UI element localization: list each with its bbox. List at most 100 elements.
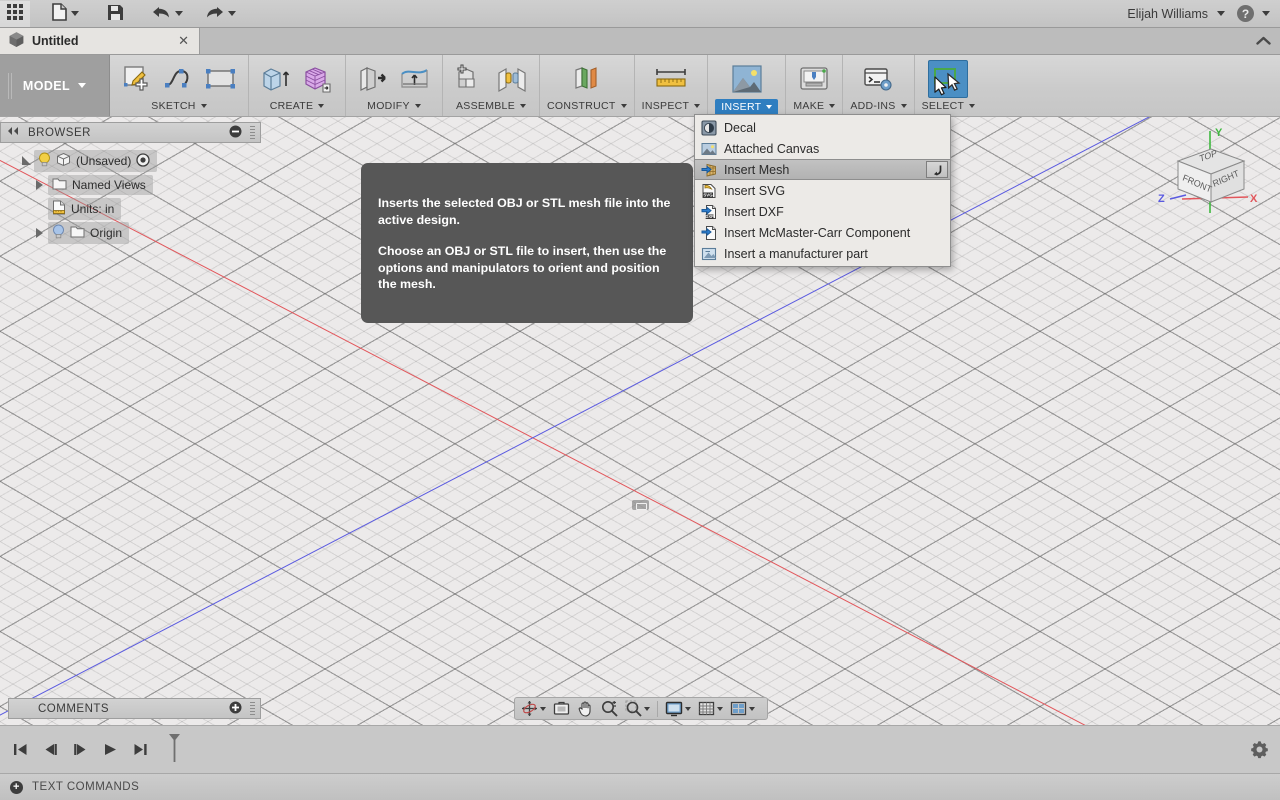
menu-item-decal[interactable]: Decal bbox=[695, 117, 950, 138]
ribbon-panel-label-construct[interactable]: CONSTRUCT bbox=[547, 100, 627, 116]
orbit-icon bbox=[522, 701, 537, 716]
expander-none bbox=[36, 204, 43, 214]
origin-marker[interactable] bbox=[632, 500, 649, 510]
timeline-step-forward-button[interactable] bbox=[68, 737, 92, 763]
comments-drag-handle[interactable] bbox=[250, 702, 255, 715]
timeline-go-to-start-button[interactable] bbox=[8, 737, 32, 763]
fillet-surface-icon bbox=[401, 69, 428, 88]
timeline-step-forward-icon bbox=[73, 744, 85, 755]
browser-minimize-icon[interactable] bbox=[229, 125, 242, 141]
new-file-button[interactable] bbox=[46, 1, 85, 27]
display-settings-button[interactable] bbox=[662, 699, 694, 719]
menu-item-insert-svg[interactable]: SVG Insert SVG bbox=[695, 180, 950, 201]
pan-button[interactable] bbox=[574, 699, 597, 719]
fillet-surface-button[interactable] bbox=[395, 60, 435, 98]
timeline-play-button[interactable] bbox=[98, 737, 122, 763]
joint-button[interactable] bbox=[492, 60, 532, 98]
expander-closed-icon[interactable] bbox=[36, 228, 43, 238]
press-pull-button[interactable] bbox=[353, 60, 393, 98]
offset-plane-button[interactable] bbox=[567, 60, 607, 98]
menu-item-insert-dxf[interactable]: DXF Insert DXF bbox=[695, 201, 950, 222]
save-button[interactable] bbox=[101, 1, 130, 27]
close-icon[interactable]: ✕ bbox=[176, 33, 191, 49]
menu-item-attached-canvas[interactable]: Attached Canvas bbox=[695, 138, 950, 159]
ribbon-panel-label-inspect[interactable]: INSPECT bbox=[642, 100, 701, 116]
timeline-step-back-button[interactable] bbox=[38, 737, 62, 763]
timeline-marker[interactable] bbox=[166, 732, 183, 767]
apps-grid-button[interactable] bbox=[0, 0, 30, 27]
create-mesh-button[interactable] bbox=[298, 60, 338, 98]
measure-button[interactable] bbox=[651, 60, 691, 98]
undo-button[interactable] bbox=[146, 1, 189, 27]
tree-row-units[interactable]: Units: in bbox=[0, 197, 261, 221]
panel-label-text: ASSEMBLE bbox=[455, 100, 515, 112]
ribbon-panel-label-assemble[interactable]: ASSEMBLE bbox=[456, 100, 526, 116]
browser-collapse-icon[interactable] bbox=[6, 126, 20, 139]
orbit-button[interactable] bbox=[518, 699, 549, 719]
menu-item-recent-button[interactable] bbox=[926, 161, 948, 178]
3d-print-button[interactable] bbox=[794, 60, 834, 98]
workspace-selector[interactable]: MODEL bbox=[0, 55, 110, 116]
extrude-icon bbox=[263, 68, 290, 91]
folder-icon bbox=[70, 225, 85, 241]
help-menu[interactable]: ? bbox=[1233, 1, 1280, 27]
rectangle-button[interactable] bbox=[201, 60, 241, 98]
visibility-bulb-icon[interactable] bbox=[52, 224, 65, 242]
activate-component-icon[interactable] bbox=[136, 152, 151, 170]
menu-item-insert-mesh[interactable]: Insert Mesh bbox=[695, 159, 950, 180]
chevron-down-icon bbox=[200, 104, 207, 108]
tree-row-unsaved[interactable]: (Unsaved) bbox=[0, 149, 261, 173]
document-tab-untitled[interactable]: Untitled ✕ bbox=[0, 28, 200, 54]
view-cube[interactable]: Y X Z TOP FRONT RIGHT bbox=[1152, 117, 1272, 237]
extrude-button[interactable] bbox=[256, 60, 296, 98]
rectangle-icon bbox=[206, 69, 235, 89]
look-at-button[interactable] bbox=[550, 699, 573, 719]
chevron-down-icon bbox=[644, 706, 650, 711]
browser-drag-handle[interactable] bbox=[250, 126, 255, 139]
chevron-down-icon bbox=[318, 104, 325, 108]
expander-closed-icon[interactable] bbox=[36, 180, 43, 190]
spline-icon bbox=[165, 69, 189, 88]
viewport-layout-button[interactable] bbox=[727, 699, 758, 719]
menu-item-manufacturer-part[interactable]: Insert a manufacturer part bbox=[695, 243, 950, 264]
timeline-settings-button[interactable] bbox=[1246, 737, 1272, 763]
fit-button[interactable] bbox=[622, 699, 653, 719]
visibility-bulb-icon[interactable] bbox=[38, 152, 51, 170]
menu-item-mcmaster-carr[interactable]: Insert McMaster-Carr Component bbox=[695, 222, 950, 243]
collapse-ribbon-button[interactable] bbox=[1246, 28, 1280, 54]
fit-icon bbox=[625, 700, 642, 717]
user-account-menu[interactable]: Elijah Williams bbox=[1119, 1, 1233, 27]
menu-item-label: Insert Mesh bbox=[724, 162, 790, 177]
chevron-down-icon bbox=[175, 11, 183, 16]
menu-item-label: Decal bbox=[724, 120, 756, 135]
text-commands-label[interactable]: TEXT COMMANDS bbox=[32, 781, 139, 793]
undo-icon bbox=[152, 4, 171, 23]
ribbon-panel-label-create[interactable]: CREATE bbox=[270, 100, 325, 116]
create-commands bbox=[256, 55, 338, 100]
tree-row-named-views[interactable]: Named Views bbox=[0, 173, 261, 197]
chevron-down-icon bbox=[620, 104, 627, 108]
new-component-button[interactable] bbox=[450, 60, 490, 98]
expander-open-icon[interactable] bbox=[22, 156, 31, 166]
tree-row-content: (Unsaved) bbox=[34, 150, 158, 172]
spline-button[interactable] bbox=[159, 60, 199, 98]
text-commands-toggle-icon[interactable]: + bbox=[10, 780, 23, 794]
timeline-go-to-end-button[interactable] bbox=[128, 737, 152, 763]
ribbon-panel-label-modify[interactable]: MODIFY bbox=[367, 100, 421, 116]
browser-header: BROWSER bbox=[0, 122, 261, 143]
tab-bar-empty-area bbox=[200, 28, 1246, 54]
grid-snap-button[interactable] bbox=[695, 699, 726, 719]
add-comment-icon[interactable] bbox=[229, 701, 242, 717]
comments-header[interactable]: COMMENTS bbox=[8, 698, 261, 719]
create-sketch-button[interactable] bbox=[117, 60, 157, 98]
insert-dropdown-menu: Decal Attached Canvas Insert Mesh SVG In… bbox=[694, 114, 951, 267]
tree-row-origin[interactable]: Origin bbox=[0, 221, 261, 245]
insert-image-button[interactable] bbox=[727, 60, 767, 98]
zoom-button[interactable] bbox=[598, 699, 621, 719]
workspace-label: MODEL bbox=[22, 78, 71, 93]
browser-title: BROWSER bbox=[28, 126, 91, 139]
ribbon-panel-label-sketch[interactable]: SKETCH bbox=[151, 100, 207, 116]
scripts-addins-button[interactable] bbox=[858, 60, 898, 98]
redo-button[interactable] bbox=[199, 1, 242, 27]
insert-mesh-icon bbox=[701, 162, 717, 178]
